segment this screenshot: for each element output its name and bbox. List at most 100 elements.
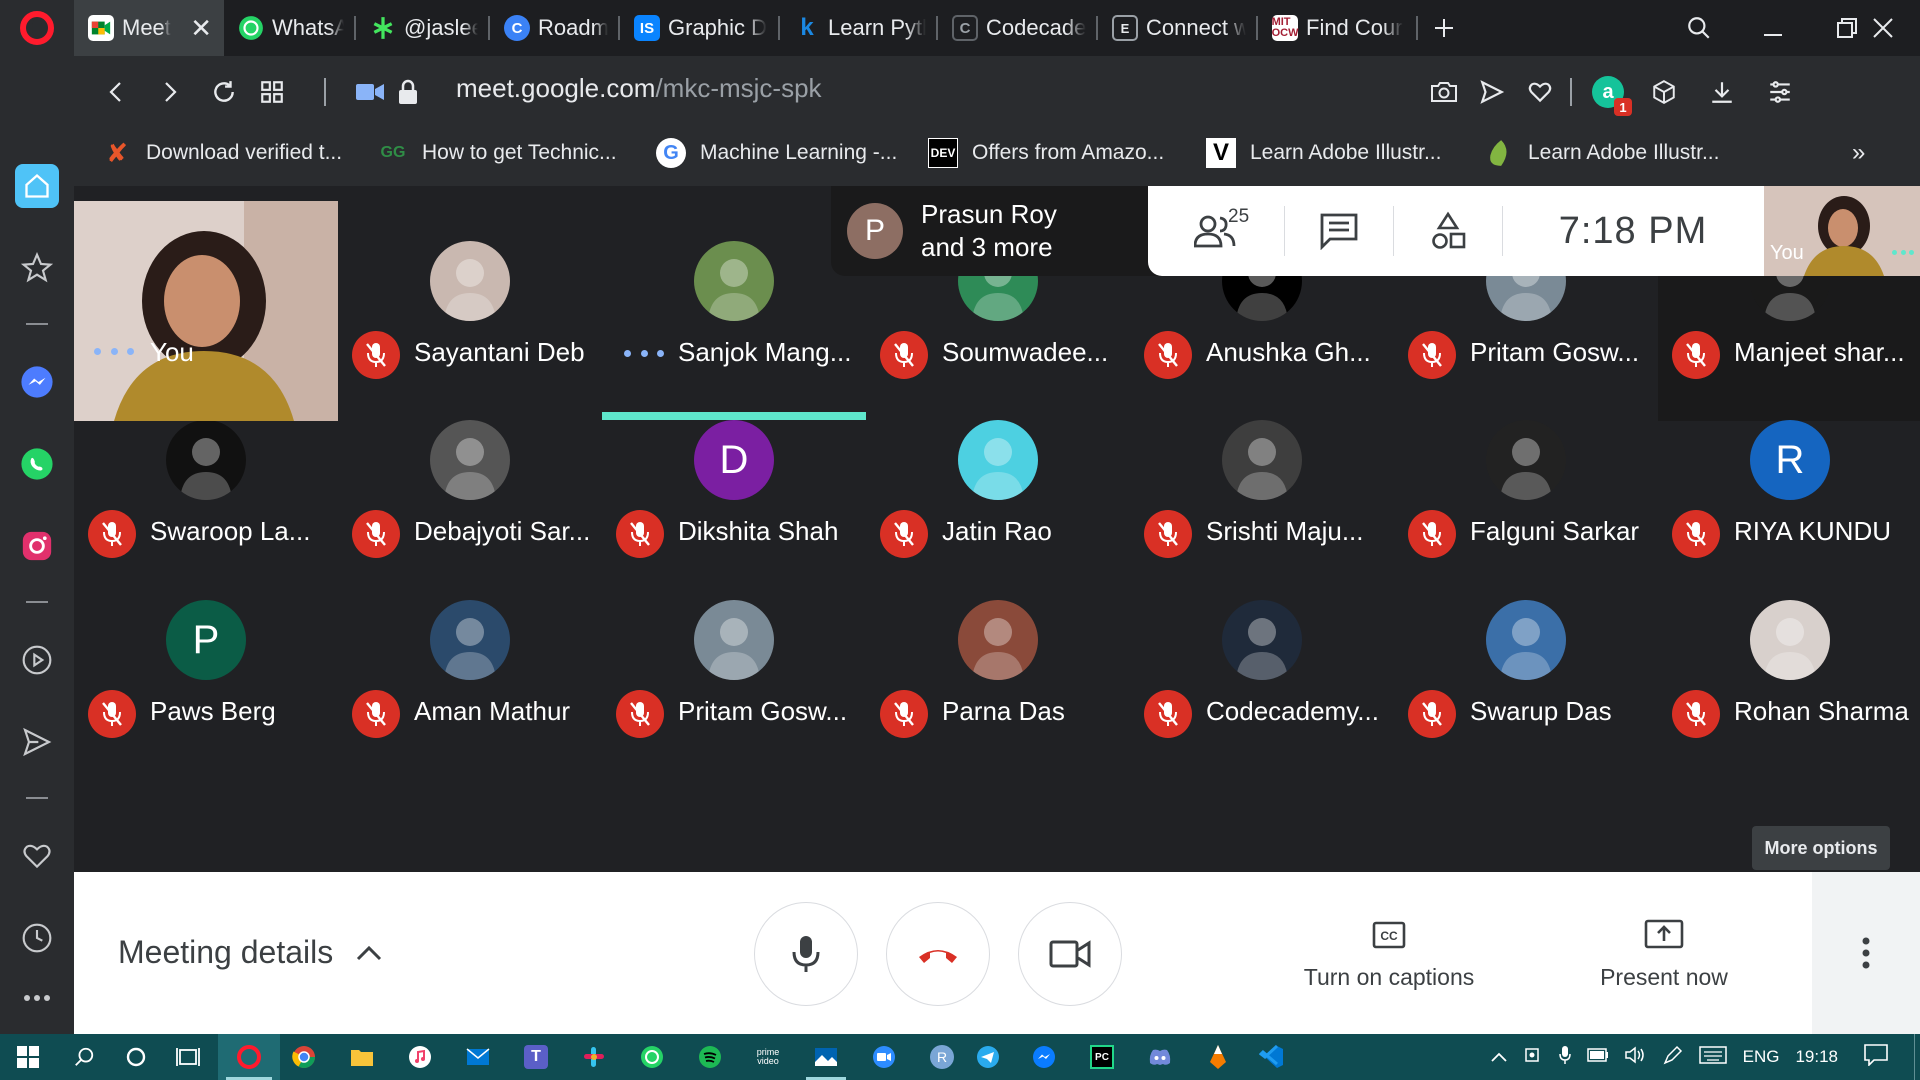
messenger-taskbar-icon[interactable] <box>1016 1034 1072 1080</box>
tab-linktree[interactable]: @jasleen.c <box>356 0 490 56</box>
whatsapp-taskbar-icon[interactable] <box>624 1034 680 1080</box>
bookmark-1[interactable]: ✘ Download verified t... <box>102 128 342 178</box>
participants-button[interactable]: 25 <box>1148 186 1284 276</box>
whatsapp-icon[interactable] <box>0 436 74 492</box>
chat-button[interactable] <box>1285 186 1393 276</box>
participant-tile[interactable]: Codecademy... <box>1130 560 1394 780</box>
player-icon[interactable] <box>0 632 74 688</box>
self-mini-dots[interactable] <box>1892 250 1914 256</box>
tab-meet[interactable]: Meet ✕ <box>74 0 224 56</box>
tab-connect[interactable]: E Connect w <box>1098 0 1258 56</box>
bookmark-2[interactable]: GG How to get Technic... <box>378 128 617 178</box>
vscode-icon[interactable] <box>1244 1034 1300 1080</box>
self-options-dots[interactable] <box>94 341 134 361</box>
self-mini-preview[interactable]: You <box>1764 186 1920 276</box>
back-button[interactable] <box>90 66 142 118</box>
participant-tile[interactable]: Swarup Das <box>1394 560 1658 780</box>
close-tab-icon[interactable]: ✕ <box>190 13 212 44</box>
participant-tile[interactable]: Parna Das <box>866 560 1130 780</box>
camera-button[interactable] <box>1018 902 1122 1006</box>
forward-button[interactable] <box>144 66 196 118</box>
search-icon[interactable] <box>56 1034 112 1080</box>
pen-icon[interactable] <box>1663 1045 1683 1070</box>
captions-button[interactable]: CC Turn on captions <box>1284 912 1494 991</box>
show-desktop-button[interactable] <box>1914 1034 1920 1080</box>
bookmark-4[interactable]: DEV Offers from Amazo... <box>928 128 1164 178</box>
keyboard-icon[interactable] <box>1698 1045 1727 1069</box>
opera-taskbar-icon[interactable] <box>218 1034 280 1080</box>
instagram-icon[interactable] <box>0 518 74 574</box>
search-tabs-button[interactable] <box>1662 0 1736 56</box>
meet-camera-tray-icon[interactable] <box>1524 1046 1543 1069</box>
download-icon[interactable] <box>1696 66 1748 118</box>
home-icon[interactable] <box>0 158 74 214</box>
tab-learn-python[interactable]: k Learn Pyth <box>780 0 938 56</box>
spotify-icon[interactable] <box>682 1034 738 1080</box>
participant-tile[interactable]: Rohan Sharma <box>1658 560 1920 780</box>
reload-button[interactable] <box>198 66 250 118</box>
star-icon[interactable] <box>0 240 74 296</box>
close-window-button[interactable] <box>1846 0 1920 56</box>
pycharm-icon[interactable]: PC <box>1074 1034 1130 1080</box>
prime-video-icon[interactable]: prime video <box>740 1034 796 1080</box>
discord-icon[interactable] <box>1132 1034 1188 1080</box>
slack-icon[interactable] <box>566 1034 622 1080</box>
inkscape-icon[interactable] <box>1190 1034 1246 1080</box>
bookmark-3[interactable]: G Machine Learning -... <box>656 128 897 178</box>
hang-up-button[interactable] <box>886 902 990 1006</box>
minimize-button[interactable] <box>1736 0 1810 56</box>
tab-grid-button[interactable] <box>246 66 298 118</box>
tab-whatsapp[interactable]: WhatsApp <box>224 0 356 56</box>
zoom-icon[interactable] <box>856 1034 912 1080</box>
mail-icon[interactable] <box>450 1034 506 1080</box>
active-speaker-chip[interactable]: P Prasun Roy and 3 more <box>831 186 1161 276</box>
present-now-button[interactable]: Present now <box>1584 912 1744 991</box>
easy-setup-icon[interactable] <box>1754 66 1806 118</box>
tab-mit-ocw[interactable]: MIT OCW Find Cour <box>1258 0 1418 56</box>
more-icon[interactable] <box>0 970 74 1026</box>
heart-icon[interactable] <box>0 828 74 884</box>
language-indicator[interactable]: ENG <box>1743 1047 1780 1067</box>
telegram-icon[interactable] <box>960 1034 1016 1080</box>
bookmark-5[interactable]: V Learn Adobe Illustr... <box>1206 128 1441 178</box>
bookmark-heart-icon[interactable] <box>1514 66 1566 118</box>
new-tab-button[interactable] <box>1418 0 1470 56</box>
volume-icon[interactable] <box>1624 1045 1647 1069</box>
activities-button[interactable] <box>1394 186 1502 276</box>
participant-tile[interactable]: Aman Mathur <box>338 560 602 780</box>
extensions-cube-icon[interactable] <box>1638 66 1690 118</box>
history-icon[interactable] <box>0 910 74 966</box>
participant-tile[interactable]: Pritam Gosw... <box>602 560 866 780</box>
chevron-up-tray-icon[interactable] <box>1490 1047 1507 1067</box>
file-explorer-icon[interactable] <box>334 1034 390 1080</box>
grammarly-extension-icon[interactable]: a 1 <box>1582 66 1634 118</box>
task-view-icon[interactable] <box>160 1034 216 1080</box>
snapshot-icon[interactable] <box>1418 66 1470 118</box>
self-video-tile[interactable]: You <box>74 201 338 421</box>
notifications-icon[interactable] <box>1864 1043 1888 1071</box>
battery-icon[interactable] <box>1586 1047 1609 1067</box>
messenger-icon[interactable] <box>0 354 74 410</box>
bookmarks-overflow-button[interactable]: » <box>1852 128 1865 178</box>
flow-send-icon[interactable] <box>1466 66 1518 118</box>
lock-icon[interactable] <box>382 66 434 118</box>
teams-icon[interactable]: T <box>508 1034 564 1080</box>
bookmark-6[interactable]: Learn Adobe Illustr... <box>1484 128 1719 178</box>
cortana-icon[interactable] <box>108 1034 164 1080</box>
itunes-icon[interactable] <box>392 1034 448 1080</box>
participant-tile[interactable]: P Paws Berg <box>74 560 338 780</box>
opera-logo[interactable] <box>0 0 74 56</box>
microphone-button[interactable] <box>754 902 858 1006</box>
photos-icon[interactable] <box>798 1034 854 1080</box>
more-options-button[interactable] <box>1812 872 1920 1034</box>
send-icon[interactable] <box>0 714 74 770</box>
microphone-tray-icon[interactable] <box>1558 1045 1571 1070</box>
tab-graphic-design[interactable]: IS Graphic D <box>620 0 780 56</box>
chrome-taskbar-icon[interactable] <box>276 1034 332 1080</box>
taskbar-clock[interactable]: 19:18 <box>1795 1047 1838 1067</box>
url-field[interactable]: meet.google.com/mkc-msjc-spk <box>456 73 822 104</box>
meeting-details-button[interactable]: Meeting details <box>118 934 383 971</box>
windows-start-icon[interactable] <box>0 1034 56 1080</box>
tab-codecademy[interactable]: C Codecade <box>938 0 1098 56</box>
tab-roadmap[interactable]: C Roadmap <box>490 0 620 56</box>
